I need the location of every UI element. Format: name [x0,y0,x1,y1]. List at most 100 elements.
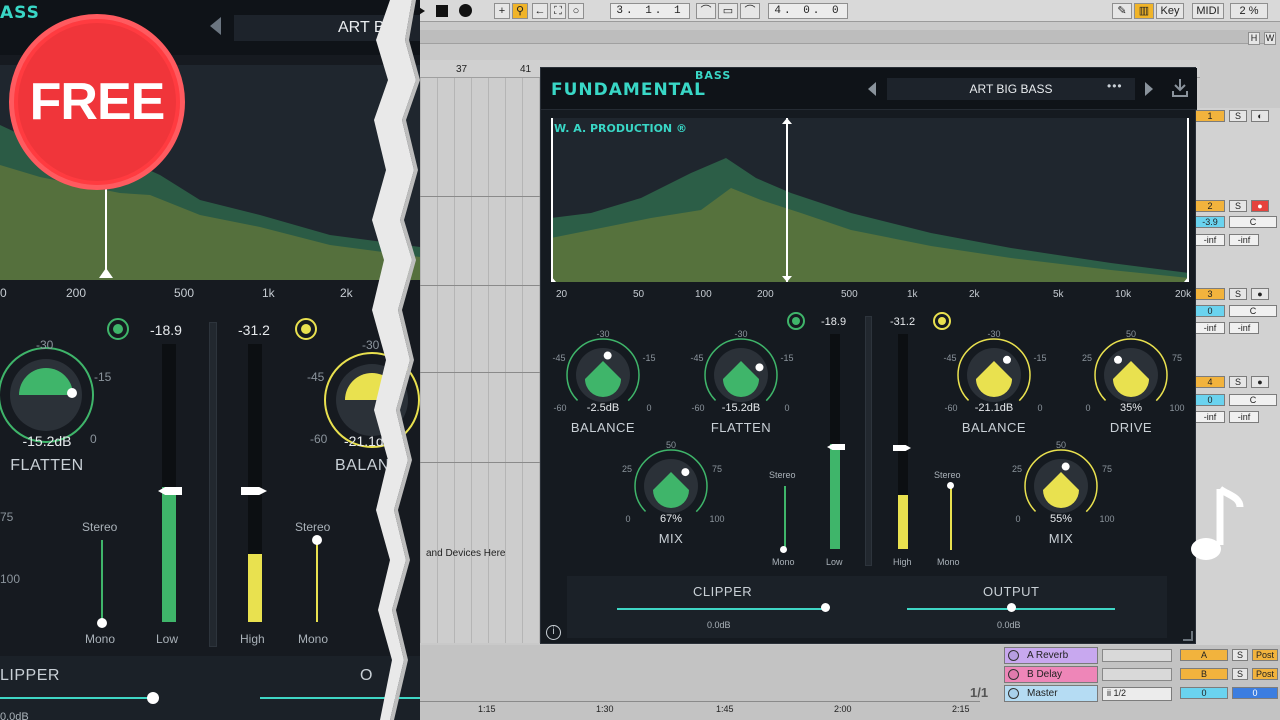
link-icon[interactable]: ⚲ [512,3,528,19]
curve-icon[interactable]: ⌒ [740,3,760,19]
arm-icon[interactable]: ● [1251,200,1269,212]
free-badge: FREE [9,14,185,190]
knob-tick: 75 [1101,464,1112,474]
loop-icon[interactable]: ○ [568,3,584,19]
time-ruler-line [420,701,980,702]
master-volume[interactable]: 0 [1180,687,1228,699]
pan-field[interactable]: C [1229,394,1277,406]
solo-button[interactable]: S [1229,288,1247,300]
send-field[interactable]: -inf [1229,411,1259,423]
track-number[interactable]: 3 [1195,288,1225,300]
knob-tick: 75 [1171,353,1182,363]
position-field[interactable]: 3. 1. 1 [610,3,690,19]
arm-icon[interactable]: ● [1251,376,1269,388]
flatten-label: FLATTEN [10,457,84,474]
high-solo-icon[interactable] [933,312,951,330]
solo-button[interactable]: S [1232,668,1248,680]
track-activator-icon[interactable] [1008,650,1019,661]
high-width-handle[interactable] [947,482,954,489]
clipper-handle[interactable] [147,692,159,704]
post-button[interactable]: Post [1252,649,1278,661]
pencil-icon[interactable]: ✎ [1112,3,1132,19]
solo-button[interactable]: S [1229,200,1247,212]
clipper-rail[interactable] [617,608,825,610]
screen-icon[interactable]: ▭ [718,3,738,19]
low-meter [162,344,176,622]
master-io-select[interactable]: ii 1/2 [1102,687,1172,701]
high-solo-icon[interactable] [295,318,317,340]
high-width-handle[interactable] [312,535,322,545]
loop-length-field[interactable]: 4. 0. 0 [768,3,848,19]
volume-field[interactable]: 0 [1195,394,1225,406]
knob-value: 67% [659,513,683,525]
follow-icon[interactable]: ⌒ [696,3,716,19]
send-field[interactable]: -inf [1195,234,1225,246]
master-volume-2[interactable]: 0 [1232,687,1278,699]
high-label: High [893,557,912,567]
knob-tick: -45 [690,353,704,363]
knob-tick: -60 [691,403,705,413]
piano-icon[interactable]: ▥ [1134,3,1154,19]
resize-handle-icon[interactable] [1183,631,1193,641]
high-width-rail [950,486,952,550]
low-solo-icon[interactable] [107,318,129,340]
knob-value: -15.2dB [721,402,761,414]
stereo-label: Stereo [769,470,796,480]
back-arrow-icon[interactable]: ← [532,3,548,19]
track-activator-icon[interactable] [1008,669,1019,680]
arm-icon[interactable]: ● [1251,288,1269,300]
record-icon[interactable] [459,4,472,17]
solo-button[interactable]: S [1229,110,1247,122]
volume-field[interactable]: 0 [1195,305,1225,317]
knob-tick: 75 [711,464,722,474]
send-field[interactable]: -inf [1195,411,1225,423]
post-button[interactable]: Post [1252,668,1278,680]
knob-tick: -60 [553,403,567,413]
knob-tick: -15 [642,353,656,363]
return-letter[interactable]: A [1180,649,1228,661]
send-field[interactable]: -inf [1229,234,1259,246]
h-button[interactable]: H [1248,32,1260,45]
pan-field[interactable]: C [1229,305,1277,317]
track-activator-icon[interactable] [1008,688,1019,699]
knob-tick: -45 [307,370,325,384]
key-button[interactable]: Key [1156,3,1184,19]
clipper-handle[interactable] [820,603,830,612]
send-field[interactable]: -inf [1195,322,1225,334]
knob-tick: 0 [1015,514,1021,524]
track-number[interactable]: 4 [1195,376,1225,388]
high-meter [248,344,262,622]
low-solo-icon[interactable] [787,312,805,330]
volume-field[interactable]: -3.9 [1195,216,1225,228]
low-width-rail [101,540,103,622]
knob-tick: 75 [0,510,14,524]
knob-label: BALANCE [961,420,1027,435]
knob-tick: 25 [1011,464,1022,474]
info-icon[interactable]: i [546,625,561,640]
track-number[interactable]: 2 [1195,200,1225,212]
low-width-handle[interactable] [97,618,107,628]
output-handle[interactable] [1006,603,1016,612]
knob-tick: -15 [1033,353,1047,363]
send-field[interactable]: -inf [1229,322,1259,334]
knob-tick: 0 [784,403,790,413]
high-fader-handle[interactable] [241,487,267,495]
add-icon[interactable]: + [494,3,510,19]
arm-icon[interactable]: ◐ [1251,110,1269,122]
time-mark: 1:45 [716,704,734,714]
time-mark: 2:00 [834,704,852,714]
punch-icon[interactable]: ⛶ [550,3,566,19]
knob-label: DRIVE [1109,420,1153,435]
pan-field[interactable]: C [1229,216,1277,228]
midi-button[interactable]: MIDI [1192,3,1224,19]
track-number[interactable]: 1 [1195,110,1225,122]
clipper-label: CLIPPER [693,584,753,599]
solo-button[interactable]: S [1229,376,1247,388]
knob-tick: -30 [36,338,54,352]
w-button[interactable]: W [1264,32,1276,45]
return-letter[interactable]: B [1180,668,1228,680]
prev-preset-icon[interactable] [210,17,221,35]
knob-tick: 100 [1169,403,1185,413]
low-width-handle[interactable] [780,546,787,553]
solo-button[interactable]: S [1232,649,1248,661]
